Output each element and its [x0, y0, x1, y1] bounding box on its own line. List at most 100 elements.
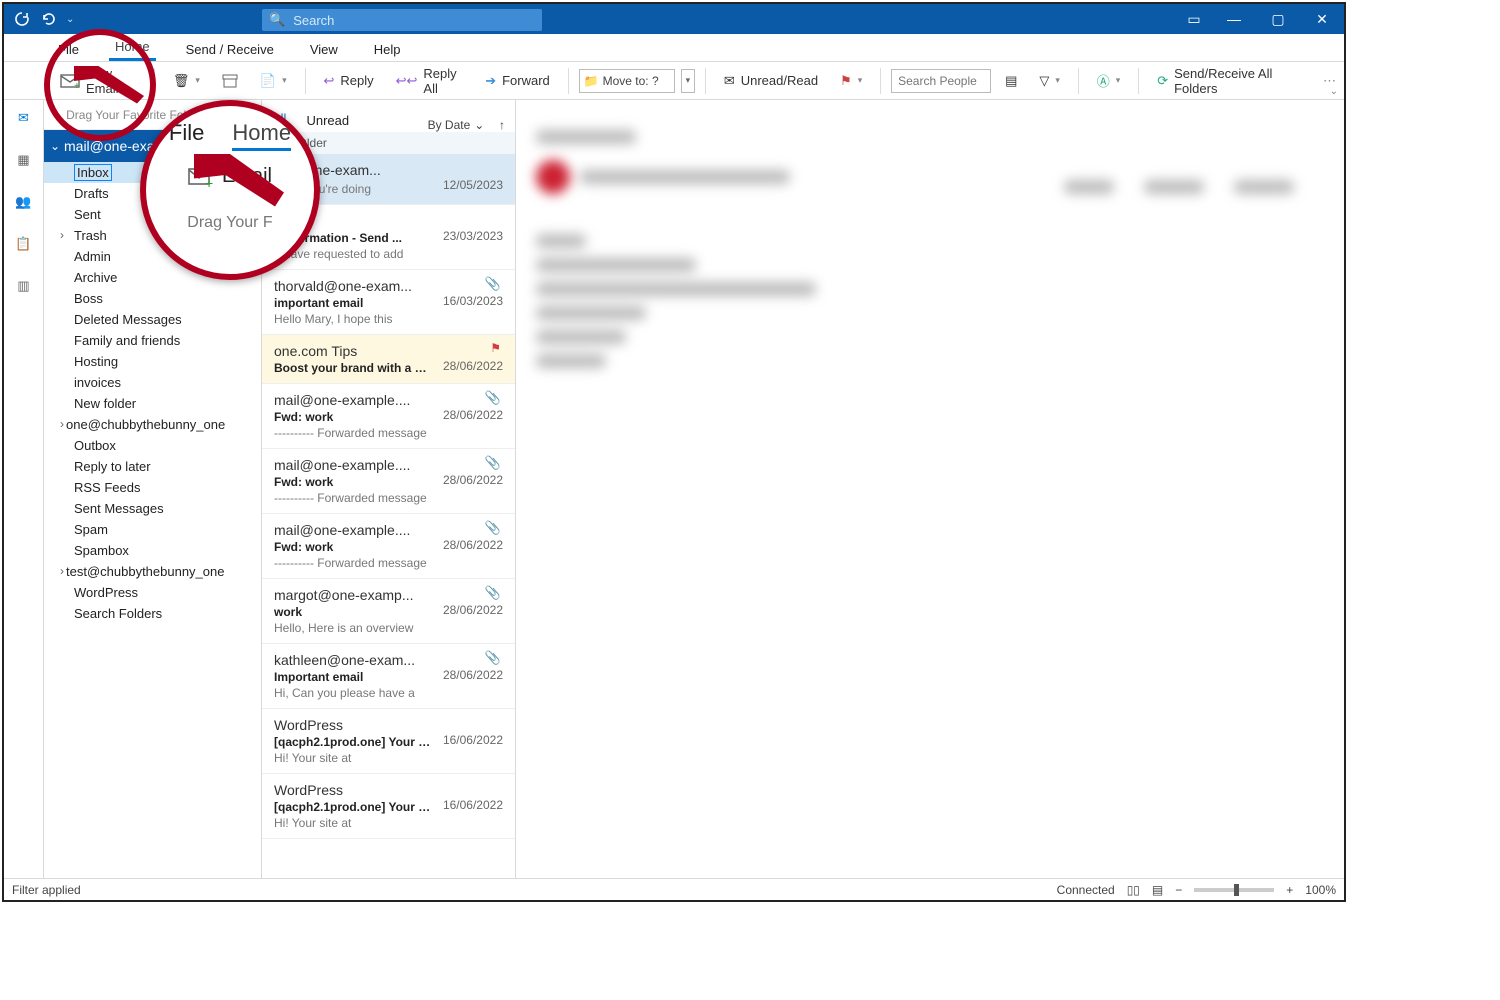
attachment-icon: 📎 [485, 520, 501, 536]
title-bar: ⌄ 🔍 ▭ — ▢ ✕ [4, 4, 1344, 34]
search-people-input[interactable] [891, 69, 991, 93]
collapse-ribbon-icon[interactable]: ⌄ [1330, 86, 1338, 97]
zoom-in-button[interactable]: + [1286, 883, 1293, 897]
message-item[interactable]: margot@one-examp...workHello, Here is an… [262, 579, 515, 644]
move-dropdown-button[interactable]: 📄▾ [252, 69, 295, 93]
zoom-home-tab: Home [232, 120, 291, 151]
undo-icon[interactable] [40, 11, 56, 27]
status-bar: Filter applied Connected ▯▯ ▤ − + 100% [4, 878, 1344, 900]
folder-label: Spambox [74, 543, 129, 558]
search-input[interactable] [291, 12, 535, 29]
message-preview: Hello, Here is an overview [274, 621, 494, 635]
folder-item[interactable]: Spambox [44, 540, 261, 561]
ribbon-tabs: File Home Send / Receive View Help [4, 34, 1344, 62]
chevron-down-icon: ⌄ [474, 118, 484, 132]
folder-item[interactable]: Family and friends [44, 330, 261, 351]
message-item[interactable]: one.com TipsBoost your brand with a ne..… [262, 335, 515, 384]
message-item[interactable]: mail@one-example....Fwd: work---------- … [262, 384, 515, 449]
message-from: one.com Tips [274, 343, 503, 359]
send-receive-all-button[interactable]: ⟳Send/Receive All Folders [1149, 62, 1305, 100]
search-box[interactable]: 🔍 [262, 9, 542, 31]
message-item[interactable]: WordPress[qacph2.1prod.one] Your si...Hi… [262, 774, 515, 839]
message-preview: Hi! Your site at [274, 751, 494, 765]
tab-help[interactable]: Help [368, 38, 407, 61]
translate-icon: Ⓐ [1097, 71, 1110, 90]
folder-item[interactable]: test@chubbythebunny_one [44, 561, 261, 582]
view-reading-icon[interactable]: ▤ [1152, 883, 1163, 897]
separator [880, 68, 881, 94]
zoom-out-button[interactable]: − [1175, 883, 1182, 897]
minimize-button[interactable]: — [1212, 4, 1256, 34]
message-date: 12/05/2023 [443, 178, 503, 192]
zoom-value: 100% [1305, 883, 1336, 897]
folder-item[interactable]: WordPress [44, 582, 261, 603]
folder-item[interactable]: Deleted Messages [44, 309, 261, 330]
separator [568, 68, 569, 94]
folder-item[interactable]: New folder [44, 393, 261, 414]
folder-item[interactable]: Spam [44, 519, 261, 540]
folder-item[interactable]: Reply to later [44, 456, 261, 477]
attachment-icon: 📎 [485, 390, 501, 406]
rail-people-icon[interactable]: 👥 [15, 194, 31, 210]
qat-dropdown-icon[interactable]: ⌄ [66, 14, 74, 25]
message-item[interactable]: mail@one-example....Fwd: work---------- … [262, 514, 515, 579]
translate-button[interactable]: Ⓐ▾ [1089, 67, 1129, 94]
folder-item[interactable]: one@chubbythebunny_one [44, 414, 261, 435]
sync-icon[interactable] [14, 11, 30, 27]
maximize-button[interactable]: ▢ [1256, 4, 1300, 34]
sort-asc-icon[interactable]: ↑ [499, 118, 505, 132]
rail-more-icon[interactable]: ▥ [17, 278, 29, 294]
moveto-chevron-icon[interactable]: ▾ [681, 69, 695, 93]
message-from: WordPress [274, 782, 503, 798]
folder-item[interactable]: Boss [44, 288, 261, 309]
folder-item[interactable]: Search Folders [44, 603, 261, 624]
address-book-button[interactable]: ▤ [997, 69, 1025, 93]
folder-label: Sent [74, 207, 101, 222]
archive-icon [222, 74, 238, 88]
rail-mail-icon[interactable]: ✉ [18, 110, 29, 126]
zoom-slider[interactable] [1194, 888, 1274, 892]
unread-read-button[interactable]: ✉Unread/Read [716, 69, 826, 93]
flag-icon: ⚑ [840, 73, 852, 89]
forward-button[interactable]: ➔Forward [477, 69, 558, 93]
folder-item[interactable]: Hosting [44, 351, 261, 372]
folder-label: test@chubbythebunny_one [66, 564, 224, 579]
message-item[interactable]: WordPress[qacph2.1prod.one] Your si...Hi… [262, 709, 515, 774]
move-icon: 📄 [260, 73, 276, 89]
folder-item[interactable]: Outbox [44, 435, 261, 456]
flag-button[interactable]: ⚑▾ [832, 69, 870, 93]
message-preview: ---------- Forwarded message [274, 491, 494, 505]
close-button[interactable]: ✕ [1300, 4, 1344, 34]
separator [705, 68, 706, 94]
sort-control[interactable]: By Date ⌄ ↑ [428, 118, 505, 132]
filter-button[interactable]: ▽▾ [1031, 69, 1068, 93]
tab-view[interactable]: View [304, 38, 344, 61]
status-filter: Filter applied [12, 883, 81, 897]
folder-label: Spam [74, 522, 108, 537]
move-to-combo[interactable]: 📁 Move to: ? [579, 69, 675, 93]
attachment-icon: 📎 [485, 585, 501, 601]
rail-calendar-icon[interactable]: ▦ [17, 152, 29, 168]
folder-item[interactable]: invoices [44, 372, 261, 393]
message-preview: Hello Mary, I hope this [274, 312, 494, 326]
delete-button[interactable]: 🗑▾ [165, 69, 208, 93]
trash-icon: 🗑 [173, 73, 190, 89]
tab-send-receive[interactable]: Send / Receive [180, 38, 280, 61]
message-item[interactable]: mail@one-example....Fwd: work---------- … [262, 449, 515, 514]
ribbon-display-icon[interactable]: ▭ [1176, 4, 1212, 34]
reply-all-icon: ↩↩ [396, 73, 418, 89]
rail-tasks-icon[interactable]: 📋 [15, 236, 31, 252]
envelope-icon: ✉ [724, 73, 735, 89]
message-item[interactable]: thorvald@one-exam...important emailHello… [262, 270, 515, 335]
status-connected: Connected [1057, 883, 1115, 897]
folder-item[interactable]: RSS Feeds [44, 477, 261, 498]
tab-unread[interactable]: Unread [306, 113, 349, 132]
reply-all-button[interactable]: ↩↩Reply All [388, 62, 472, 100]
reply-button[interactable]: ↩Reply [315, 69, 381, 93]
archive-button[interactable] [214, 70, 246, 92]
message-from: mail@one-example.... [274, 457, 503, 473]
view-normal-icon[interactable]: ▯▯ [1127, 883, 1140, 897]
message-preview: d have requested to add [274, 247, 494, 261]
message-item[interactable]: kathleen@one-exam...Important emailHi, C… [262, 644, 515, 709]
folder-item[interactable]: Sent Messages [44, 498, 261, 519]
